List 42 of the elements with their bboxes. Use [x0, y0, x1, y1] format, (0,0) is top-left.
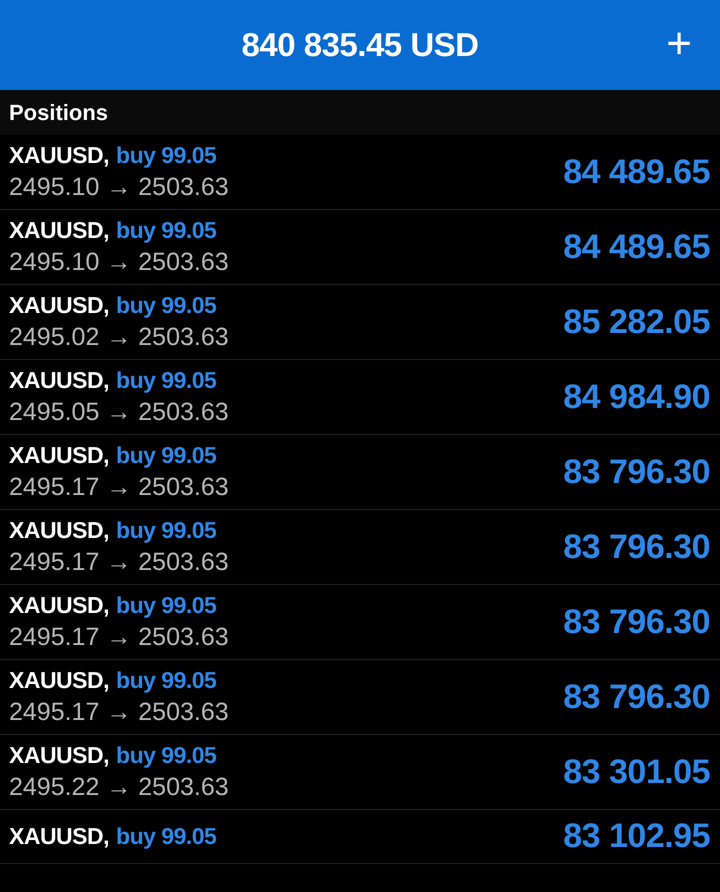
position-symbol: XAUUSD, [9, 142, 110, 169]
position-prices: 2495.17 → 2503.63 [9, 698, 229, 727]
position-prices: 2495.10 → 2503.63 [9, 248, 229, 277]
position-prices: 2495.05 → 2503.63 [9, 398, 229, 427]
position-prices: 2495.02 → 2503.63 [9, 323, 229, 352]
position-symbol: XAUUSD, [9, 667, 110, 694]
position-profit: 84 489.65 [563, 152, 710, 192]
position-symbol: XAUUSD, [9, 592, 110, 619]
position-side: buy 99.05 [116, 592, 216, 619]
position-side: buy 99.05 [116, 517, 216, 544]
position-side: buy 99.05 [116, 367, 216, 394]
position-profit: 84 984.90 [563, 378, 710, 416]
account-balance: 840 835.45 USD [241, 26, 478, 64]
position-side: buy 99.05 [116, 667, 216, 694]
position-profit: 83 796.30 [563, 528, 710, 566]
position-prices: 2495.17 → 2503.63 [9, 548, 229, 577]
position-prices: 2495.17 → 2503.63 [9, 623, 229, 652]
position-symbol: XAUUSD, [9, 292, 110, 319]
position-symbol: XAUUSD, [9, 442, 110, 469]
position-profit: 83 796.30 [563, 678, 710, 716]
position-symbol: XAUUSD, [9, 217, 110, 244]
position-symbol: XAUUSD, [9, 823, 110, 850]
position-side: buy 99.05 [116, 142, 216, 169]
position-prices: 2495.10 → 2503.63 [9, 173, 229, 202]
position-symbol: XAUUSD, [9, 517, 110, 544]
position-symbol: XAUUSD, [9, 367, 110, 394]
position-profit: 85 282.05 [563, 302, 710, 342]
position-profit: 83 301.05 [563, 752, 710, 792]
add-button[interactable]: + [660, 22, 698, 66]
position-side: buy 99.05 [116, 217, 216, 244]
position-symbol: XAUUSD, [9, 742, 110, 769]
position-side: buy 99.05 [116, 442, 216, 469]
position-profit: 83 796.30 [563, 452, 710, 492]
position-prices: 2495.22 → 2503.63 [9, 773, 229, 802]
position-side: buy 99.05 [116, 823, 216, 850]
section-title: Positions [9, 100, 108, 126]
position-profit: 83 102.95 [563, 817, 710, 856]
position-side: buy 99.05 [116, 742, 216, 769]
position-side: buy 99.05 [116, 292, 216, 319]
position-prices: 2495.17 → 2503.63 [9, 473, 229, 502]
position-profit: 83 796.30 [563, 602, 710, 642]
position-profit: 84 489.65 [563, 228, 710, 266]
